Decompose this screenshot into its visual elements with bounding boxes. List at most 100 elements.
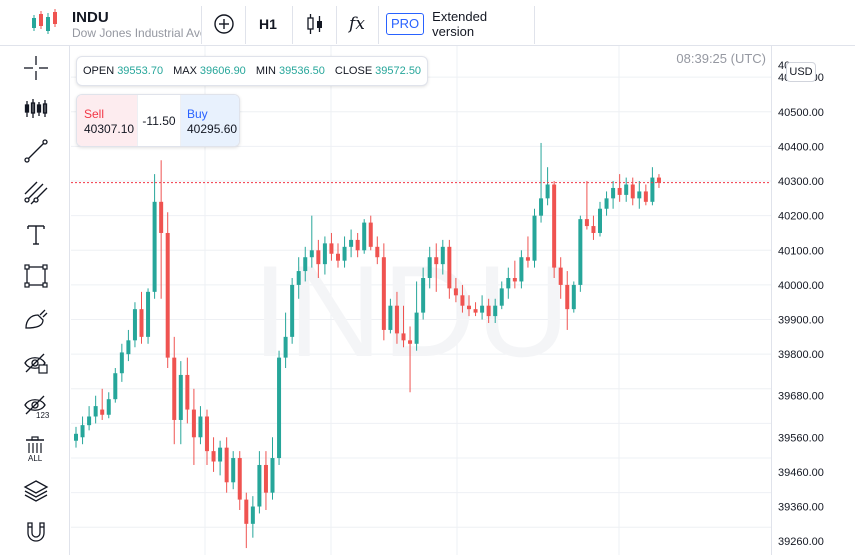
magnet-tool[interactable] bbox=[23, 516, 69, 548]
candle[interactable] bbox=[100, 388, 105, 420]
candle[interactable] bbox=[152, 174, 157, 299]
candle[interactable] bbox=[643, 184, 648, 206]
indicators-button[interactable]: fx bbox=[342, 6, 372, 42]
candle[interactable] bbox=[598, 201, 602, 237]
candle[interactable] bbox=[191, 388, 196, 465]
candle[interactable] bbox=[545, 167, 550, 206]
candle[interactable] bbox=[277, 350, 282, 465]
candle[interactable] bbox=[257, 451, 262, 514]
crosshair-icon bbox=[24, 56, 48, 80]
candle-body bbox=[499, 288, 504, 306]
candle-body bbox=[309, 250, 314, 258]
candle[interactable] bbox=[237, 451, 242, 510]
candle[interactable] bbox=[74, 426, 78, 448]
candle[interactable] bbox=[591, 215, 596, 240]
candle[interactable] bbox=[630, 177, 635, 206]
drawing-toolbar: 123 ALL bbox=[0, 46, 70, 555]
candle[interactable] bbox=[270, 437, 275, 500]
candle-body bbox=[643, 191, 648, 202]
hide-indicators-tool[interactable]: 123 bbox=[23, 390, 69, 422]
candle-body bbox=[178, 374, 183, 420]
candle-body bbox=[558, 267, 563, 285]
candle[interactable] bbox=[656, 174, 661, 188]
crosshair-tool[interactable] bbox=[23, 52, 69, 84]
candle-body bbox=[211, 451, 216, 462]
candle[interactable] bbox=[532, 208, 537, 268]
trend-line-tool[interactable] bbox=[23, 135, 69, 167]
candle[interactable] bbox=[139, 291, 144, 344]
chart-type-button[interactable] bbox=[300, 6, 330, 42]
candle[interactable] bbox=[571, 281, 576, 313]
candle-body bbox=[539, 198, 544, 216]
candle[interactable] bbox=[637, 181, 642, 209]
buy-button[interactable]: Buy 40295.60 bbox=[181, 95, 239, 146]
candle[interactable] bbox=[146, 288, 151, 344]
price-axis[interactable]: 4040600.0040500.0040400.0040300.0040200.… bbox=[771, 46, 855, 555]
candle[interactable] bbox=[87, 406, 92, 431]
candle[interactable] bbox=[250, 496, 255, 538]
candle[interactable] bbox=[119, 343, 124, 382]
candle[interactable] bbox=[205, 409, 209, 465]
interval-button[interactable]: H1 bbox=[250, 6, 286, 42]
candle[interactable] bbox=[368, 215, 373, 251]
text-tool[interactable] bbox=[23, 219, 69, 251]
hide-drawings-icon bbox=[24, 353, 48, 374]
candle[interactable] bbox=[604, 191, 609, 216]
candle[interactable] bbox=[584, 181, 589, 230]
candle-body bbox=[414, 312, 419, 344]
indicator-bars-tool[interactable] bbox=[23, 93, 69, 125]
candle[interactable] bbox=[290, 277, 295, 344]
axis-tick-label: 39800.00 bbox=[778, 349, 824, 361]
candle[interactable] bbox=[578, 215, 583, 292]
candle[interactable] bbox=[165, 212, 170, 369]
candle[interactable] bbox=[113, 368, 118, 403]
axis-tick-label: 40100.00 bbox=[778, 245, 824, 257]
candle[interactable] bbox=[362, 219, 367, 254]
delete-all-tool[interactable]: ALL bbox=[23, 433, 69, 465]
candle-body bbox=[296, 271, 301, 285]
candle[interactable] bbox=[244, 492, 249, 549]
candle[interactable] bbox=[80, 416, 85, 445]
candle[interactable] bbox=[132, 302, 137, 348]
brush-tool[interactable] bbox=[23, 303, 69, 335]
axis-tick-label: 40000.00 bbox=[778, 280, 824, 292]
toolbar-divider bbox=[201, 6, 202, 44]
candle-body bbox=[316, 250, 321, 265]
candle-body bbox=[132, 309, 137, 341]
hide-drawings-tool[interactable] bbox=[23, 347, 69, 379]
candle-body bbox=[119, 352, 124, 374]
add-symbol-button[interactable] bbox=[209, 6, 239, 42]
fib-channel-icon bbox=[24, 181, 48, 205]
layers-tool[interactable] bbox=[23, 475, 69, 507]
candle[interactable] bbox=[172, 336, 177, 445]
candle[interactable] bbox=[231, 451, 236, 490]
candle[interactable] bbox=[224, 437, 229, 493]
candle[interactable] bbox=[93, 395, 98, 424]
candle-body bbox=[584, 219, 589, 227]
candle-body bbox=[257, 464, 262, 507]
candle[interactable] bbox=[198, 406, 203, 445]
rectangle-tool[interactable] bbox=[23, 260, 69, 292]
candle[interactable] bbox=[611, 181, 616, 209]
candle[interactable] bbox=[617, 174, 622, 202]
pro-version-button[interactable]: PRO Extended version bbox=[386, 6, 532, 42]
candle[interactable] bbox=[381, 243, 386, 341]
candle[interactable] bbox=[650, 167, 655, 206]
candle[interactable] bbox=[552, 181, 557, 278]
currency-badge[interactable]: USD bbox=[786, 62, 816, 82]
candle[interactable] bbox=[178, 361, 183, 445]
axis-tick-label: 39680.00 bbox=[778, 391, 824, 403]
fib-channel-tool[interactable] bbox=[23, 177, 69, 209]
candle-body bbox=[545, 184, 550, 199]
candle[interactable] bbox=[263, 451, 268, 510]
candle[interactable] bbox=[126, 329, 131, 362]
candle[interactable] bbox=[185, 357, 190, 424]
candle[interactable] bbox=[211, 437, 216, 472]
sell-button[interactable]: Sell 40307.10 bbox=[77, 95, 137, 146]
symbol-name[interactable]: INDU bbox=[72, 9, 109, 26]
candle-body bbox=[519, 257, 524, 282]
candle[interactable] bbox=[218, 440, 223, 476]
candle-body bbox=[467, 305, 471, 310]
candle-body bbox=[434, 257, 439, 265]
candle[interactable] bbox=[106, 392, 111, 419]
